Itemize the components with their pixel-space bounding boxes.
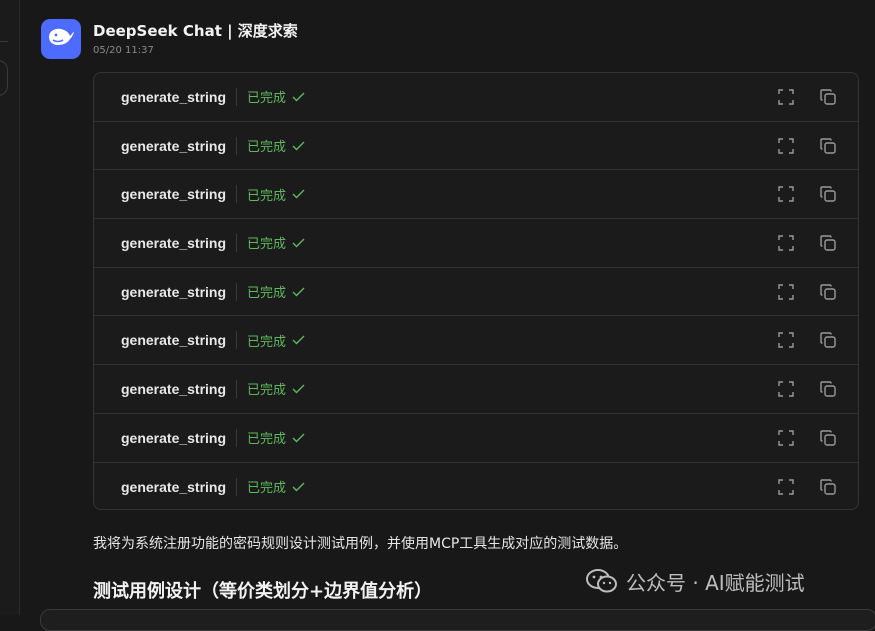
expand-icon[interactable] [777,478,795,496]
expand-icon[interactable] [777,88,795,106]
divider [236,477,238,496]
copy-icon[interactable] [819,283,837,301]
status-text: 已完成 [247,188,287,204]
status-text: 已完成 [247,481,287,497]
expand-icon[interactable] [777,234,795,252]
copy-icon[interactable] [819,331,837,349]
check-icon [292,287,305,297]
tool-name: generate_string [121,478,227,495]
divider [236,87,238,106]
divider [236,379,238,398]
tool-name: generate_string [121,234,227,251]
timestamp: 05/20 11:37 [93,45,154,56]
check-icon [292,384,305,394]
tool-call-row[interactable]: generate_string 已完成 [94,414,858,463]
divider [236,331,238,350]
status-text: 已完成 [247,91,287,107]
tool-call-row[interactable]: generate_string 已完成 [94,73,858,122]
tool-call-row[interactable]: generate_string 已完成 [94,219,858,268]
check-icon [292,482,305,492]
status-text: 已完成 [247,383,287,399]
tool-name: generate_string [121,88,227,105]
chat-input[interactable] [40,609,875,631]
status-text: 已完成 [247,237,287,253]
status-text: 已完成 [247,286,287,302]
message-heading: 测试用例设计（等价类划分+边界值分析） [93,581,433,602]
tool-call-row[interactable]: generate_string 已完成 [94,268,858,317]
check-icon [292,92,305,102]
check-icon [292,238,305,248]
copy-icon[interactable] [819,234,837,252]
check-icon [292,189,305,199]
expand-icon[interactable] [777,331,795,349]
copy-icon[interactable] [819,478,837,496]
tool-call-row[interactable]: generate_string 已完成 [94,365,858,414]
status-text: 已完成 [247,334,287,350]
divider [0,41,8,42]
tool-call-row[interactable]: generate_string 已完成 [94,122,858,171]
copy-icon[interactable] [819,380,837,398]
divider [236,282,238,301]
status-text: 已完成 [247,140,287,156]
divider [236,233,238,252]
tool-call-row[interactable]: generate_string 已完成 [94,316,858,366]
expand-icon[interactable] [777,137,795,155]
tool-call-row[interactable]: generate_string 已完成 [94,170,858,220]
divider [236,136,238,155]
copy-icon[interactable] [819,137,837,155]
tool-name: generate_string [121,186,227,203]
deepseek-whale-icon [47,26,75,52]
copy-icon[interactable] [819,88,837,106]
message-paragraph: 我将为系统注册功能的密码规则设计测试用例，并使用MCP工具生成对应的测试数据。 [93,536,628,552]
tool-name: generate_string [121,429,227,446]
sidebar-edge [0,0,20,615]
avatar [41,19,81,59]
watermark: 公众号 · AI赋能测试 [586,566,805,596]
tool-call-row[interactable]: generate_string 已完成 [94,463,858,510]
check-icon [292,335,305,345]
status-text: 已完成 [247,432,287,448]
copy-icon[interactable] [819,429,837,447]
divider [236,185,238,204]
tool-name: generate_string [121,380,227,397]
watermark-text: 公众号 · AI赋能测试 [626,570,805,595]
tool-name: generate_string [121,332,227,349]
tool-call-list: generate_string 已完成 generate_string 已完成 … [93,72,859,510]
expand-icon[interactable] [777,380,795,398]
divider [236,428,238,447]
sidebar-toggle[interactable] [0,60,8,96]
check-icon [292,433,305,443]
expand-icon[interactable] [777,283,795,301]
expand-icon[interactable] [777,185,795,203]
page-title: DeepSeek Chat | 深度求索 [93,22,298,40]
check-icon [292,141,305,151]
expand-icon[interactable] [777,429,795,447]
wechat-icon [586,568,618,594]
tool-name: generate_string [121,283,227,300]
copy-icon[interactable] [819,185,837,203]
tool-name: generate_string [121,137,227,154]
